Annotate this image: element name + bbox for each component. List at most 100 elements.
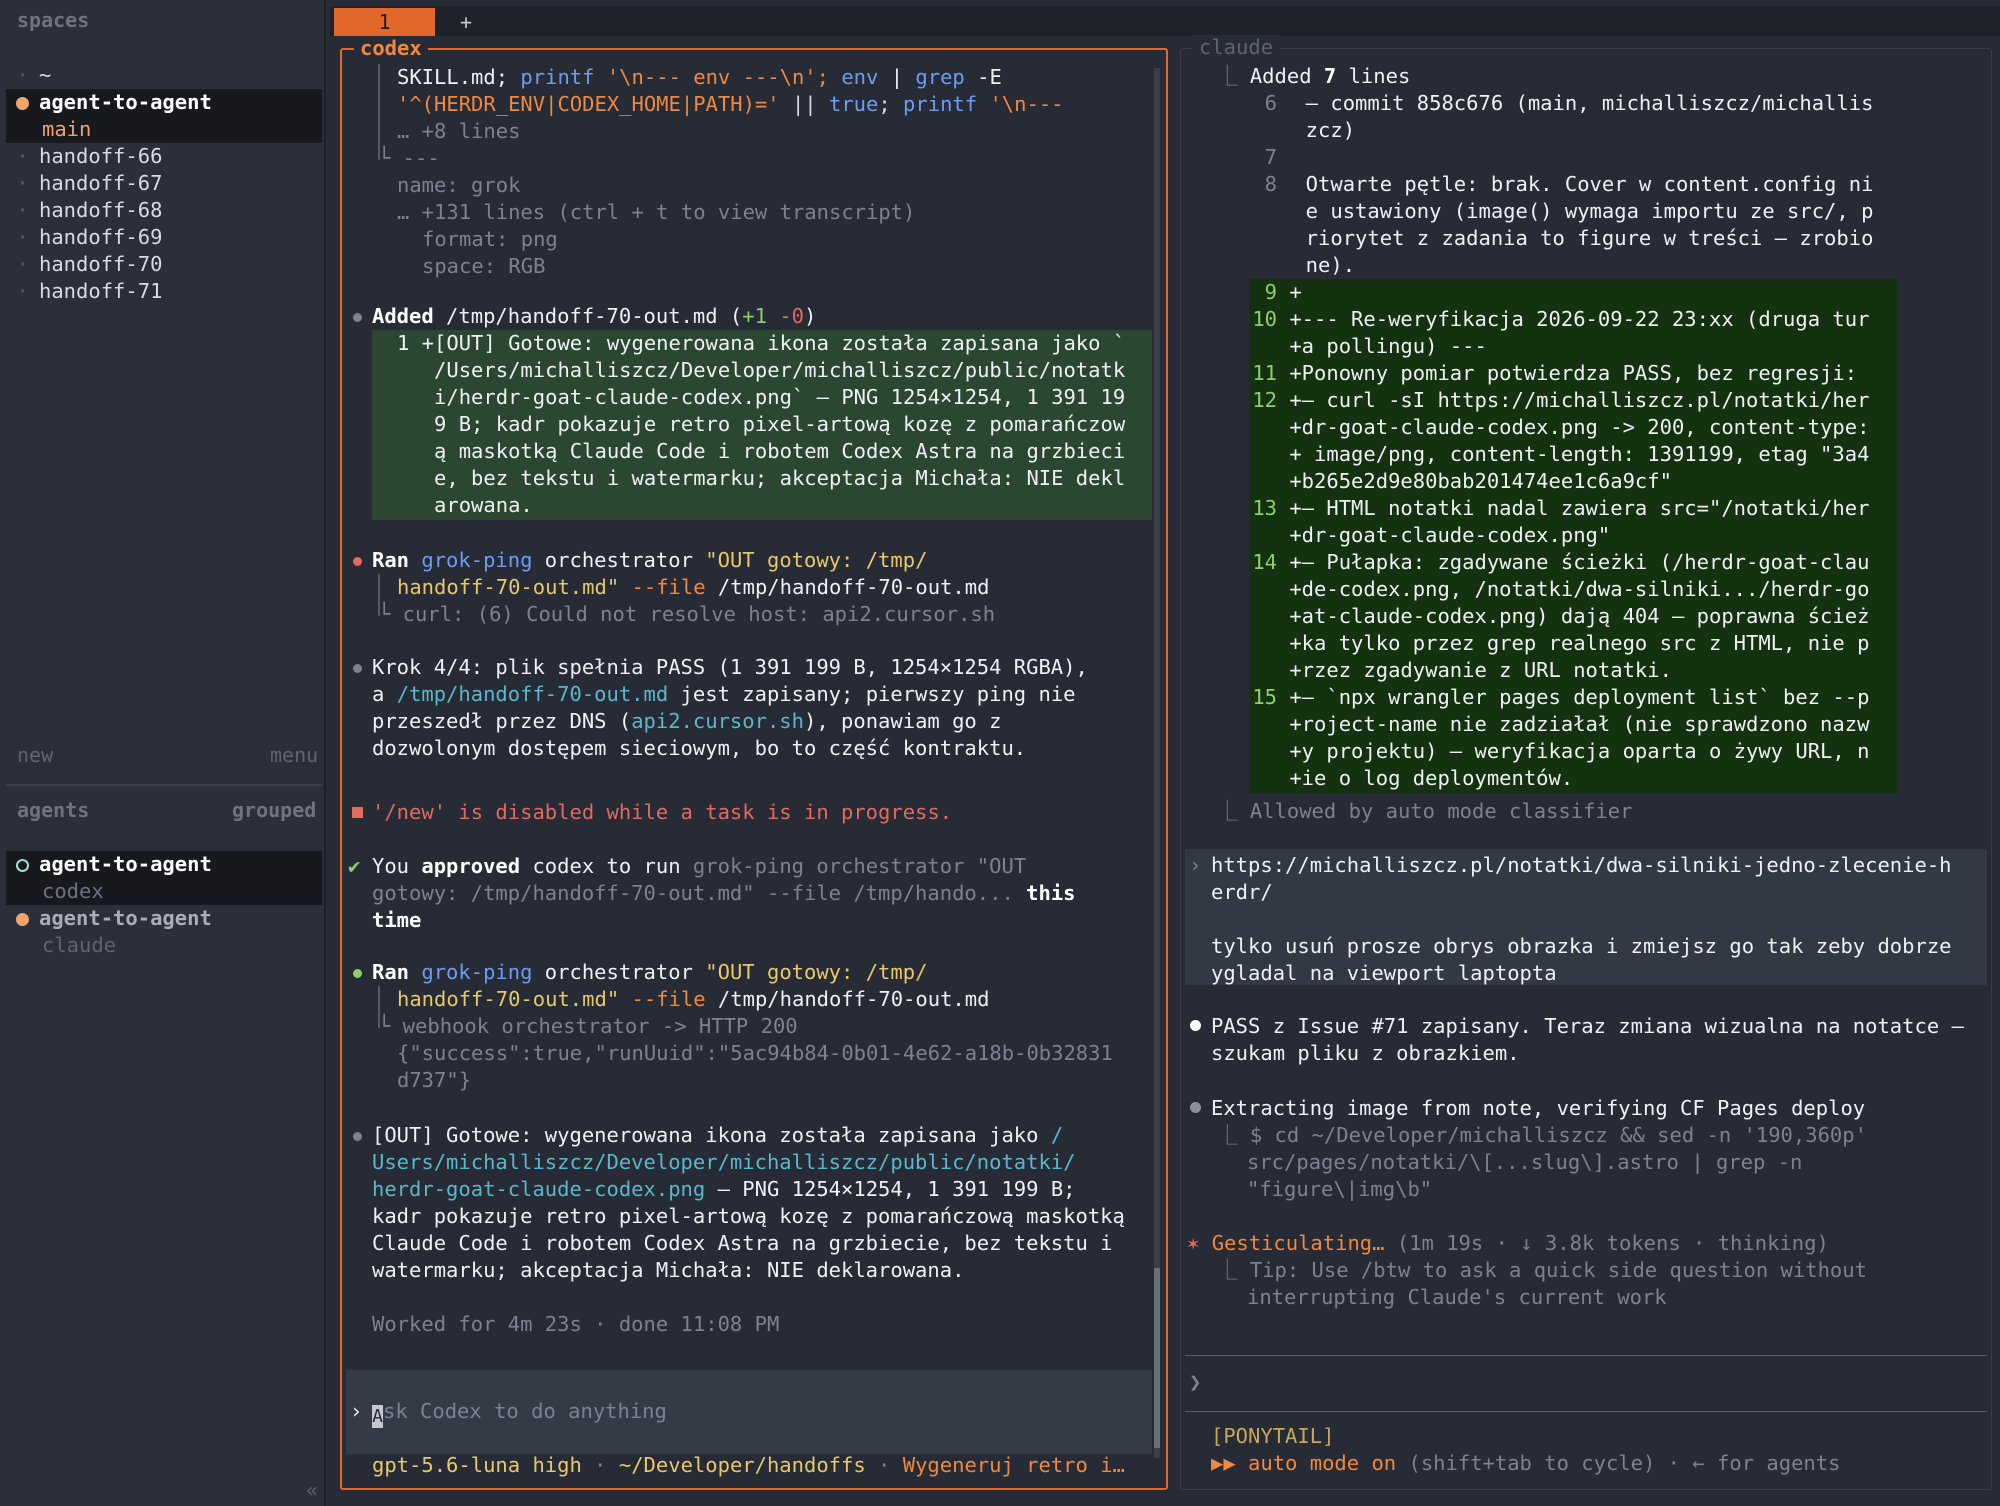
diff-context-line: – commit 858c676 (main, michalliszcz/mic…: [1281, 91, 1874, 115]
line-number: [1247, 117, 1277, 144]
codex-pane[interactable]: codex SKILL.md; printf '\n--- env ---\n'…: [340, 36, 1168, 1490]
command-line: '^(HERDR_ENV|CODEX_HOME|PATH)=' || true;…: [397, 92, 1064, 116]
codex-scroll-thumb[interactable]: [1154, 1268, 1160, 1448]
space-branch: main: [42, 117, 92, 141]
diff-added-line: +– curl -sI https://michalliszcz.pl/nota…: [1277, 388, 1870, 412]
codex-pane-title: codex: [354, 36, 428, 60]
diff-added-line: +Ponowny pomiar potwierdza PASS, bez reg…: [1277, 361, 1858, 385]
line-number: [1247, 657, 1277, 684]
tool-output: "figure\|img\b": [1247, 1177, 1433, 1201]
line-number: [1247, 738, 1277, 765]
collapsed-lines[interactable]: … +8 lines: [397, 118, 520, 145]
codex-scrollbar[interactable]: [1154, 68, 1160, 1458]
line-number: [1247, 630, 1277, 657]
message-line: PASS z Issue #71 zapisany. Teraz zmiana …: [1211, 1014, 1964, 1038]
prompt-line: ygladal na viewport laptopta: [1211, 961, 1557, 985]
ran-command-line: handoff-70-out.md" --file /tmp/handoff-7…: [397, 987, 990, 1011]
space-item-handoff-66[interactable]: · handoff-66: [6, 143, 322, 170]
sidebar-divider: [6, 784, 322, 786]
space-item-agent-to-agent[interactable]: agent-to-agent main: [6, 89, 322, 143]
claude-pane[interactable]: claude ⎿ Added 7 lines 6 – commit 858c67…: [1180, 35, 1992, 1490]
diff-context-line: Otwarte pętle: brak. Cover w content.con…: [1281, 172, 1874, 196]
input-divider: [1185, 1355, 1987, 1356]
diff-context-line: riorytet z zadania to figure w treści — …: [1281, 226, 1874, 250]
space-item-handoff-67[interactable]: · handoff-67: [6, 170, 322, 197]
agent-item-codex[interactable]: agent-to-agent codex: [6, 851, 322, 905]
line-number: 15: [1252, 685, 1277, 709]
tab-1[interactable]: 1: [334, 8, 435, 36]
collapse-sidebar-icon[interactable]: «: [306, 1478, 318, 1502]
diff-added-line: + image/png, content-length: 1391199, et…: [1277, 442, 1870, 466]
error-message: '/new' is disabled while a task is in pr…: [372, 800, 953, 824]
message-line: Krok 4/4: plik spełnia PASS (1 391 199 B…: [372, 655, 1088, 679]
command-output: └ webhook orchestrator -> HTTP 200: [378, 1014, 798, 1038]
added-file-header: Added /tmp/handoff-70-out.md (+1 -0): [372, 304, 817, 328]
message-line: szukam pliku z obrazkiem.: [1211, 1041, 1520, 1065]
space-label: handoff-66: [39, 144, 163, 168]
auto-mode-status[interactable]: ▶▶ auto mode on (shift+tab to cycle) · ←…: [1211, 1450, 1840, 1477]
prompt-line: erdr/: [1211, 880, 1273, 904]
space-item-home[interactable]: · ~: [6, 62, 322, 89]
message-line: dozwolonym dostępem sieciowym, bo to czę…: [372, 736, 1027, 760]
line-number: [1247, 603, 1277, 630]
agents-header: agents: [17, 798, 90, 822]
menu-button[interactable]: menu: [270, 743, 318, 767]
collapsed-lines[interactable]: … +131 lines (ctrl + t to view transcrip…: [397, 199, 915, 226]
agent-label: agent-to-agent: [39, 906, 212, 930]
worked-status: Worked for 4m 23s · done 11:08 PM: [372, 1312, 780, 1336]
added-lines-header: ⎿ Added 7 lines: [1217, 64, 1411, 88]
add-tab-button[interactable]: +: [460, 8, 472, 36]
diff-line: i/herdr-goat-claude-codex.png` — PNG 125…: [397, 385, 1126, 409]
command-line: SKILL.md; printf '\n--- env ---\n'; env …: [397, 65, 1002, 89]
line-number: 6: [1264, 91, 1277, 115]
space-item-handoff-71[interactable]: · handoff-71: [6, 278, 322, 305]
command-output: {"success":true,"runUuid":"5ac94b84-0b01…: [397, 1041, 1113, 1065]
diff-added-line: +– Pułapka: zgadywane ścieżki (/herdr-go…: [1277, 550, 1870, 574]
agent-label: agent-to-agent: [39, 852, 212, 876]
space-item-handoff-70[interactable]: · handoff-70: [6, 251, 322, 278]
diff-added-line: +– HTML notatki nadal zawiera src="/nota…: [1277, 496, 1870, 520]
space-item-handoff-68[interactable]: · handoff-68: [6, 197, 322, 224]
bullet-icon: [1190, 1102, 1201, 1113]
command-output: d737"}: [397, 1068, 472, 1092]
new-space-button[interactable]: new: [17, 743, 53, 767]
spinner-line: ✶ Gesticulating… (1m 19s · ↓ 3.8k tokens…: [1187, 1231, 1829, 1255]
output-line: format: png: [422, 227, 558, 251]
diff-added-line: +: [1277, 280, 1302, 304]
line-number: 7: [1264, 145, 1277, 169]
diff-added-line: +ka tylko przez grep realnego src z HTML…: [1277, 631, 1870, 655]
grouped-toggle[interactable]: grouped: [232, 798, 316, 822]
message-line: Claude Code i robotem Codex Astra na grz…: [372, 1231, 1113, 1255]
ran-command-header: Ran grok-ping orchestrator "OUT gotowy: …: [372, 960, 928, 984]
diff-added-line: +de-codex.png, /notatki/dwa-silniki.../h…: [1277, 577, 1870, 601]
line-number: 11: [1252, 361, 1277, 385]
prompt-chevron-icon: ›: [1189, 853, 1202, 877]
success-bullet-icon: [353, 969, 362, 978]
diff-added-line: +dr-goat-claude-codex.png -> 200, conten…: [1277, 415, 1870, 439]
line-number: [1247, 522, 1277, 549]
tool-output: ⎿ $ cd ~/Developer/michalliszcz && sed -…: [1217, 1123, 1867, 1147]
agent-item-claude[interactable]: agent-to-agent claude: [6, 905, 322, 959]
diff-line: 1 +[OUT] Gotowe: wygenerowana ikona zost…: [397, 331, 1126, 355]
diff-context-line: e ustawiony (image() wymaga importu ze s…: [1281, 199, 1874, 223]
bullet-icon: [353, 313, 362, 322]
allowed-note: ⎿ Allowed by auto mode classifier: [1217, 799, 1633, 823]
codex-input[interactable]: Ask Codex to do anything: [372, 1398, 667, 1428]
agent-sub: claude: [42, 933, 117, 957]
busy-dot-icon: [16, 912, 29, 926]
ran-command-line: handoff-70-out.md" --file /tmp/handoff-7…: [397, 575, 990, 599]
output-line: name: grok: [397, 173, 521, 197]
prompt-line: tylko usuń prosze obrys obrazka i zmiejs…: [1211, 934, 1952, 958]
diff-line: /Users/michalliszcz/Developer/michallisz…: [397, 358, 1126, 382]
space-item-handoff-69[interactable]: · handoff-69: [6, 224, 322, 251]
diff-line: e, bez tekstu i watermarku; akceptacja M…: [397, 466, 1126, 490]
message-line: przeszedł przez DNS (api2.cursor.sh), po…: [372, 709, 1002, 733]
bullet-icon: [353, 1132, 362, 1141]
file-link[interactable]: Users/michalliszcz/Developer/michalliszc…: [372, 1149, 1076, 1176]
line-number: 14: [1252, 550, 1277, 574]
claude-input[interactable]: ❯: [1189, 1369, 1201, 1396]
line-number: [1247, 414, 1277, 441]
line-number: [1247, 468, 1277, 495]
line-number: [1247, 225, 1277, 252]
line-number: [1247, 441, 1277, 468]
